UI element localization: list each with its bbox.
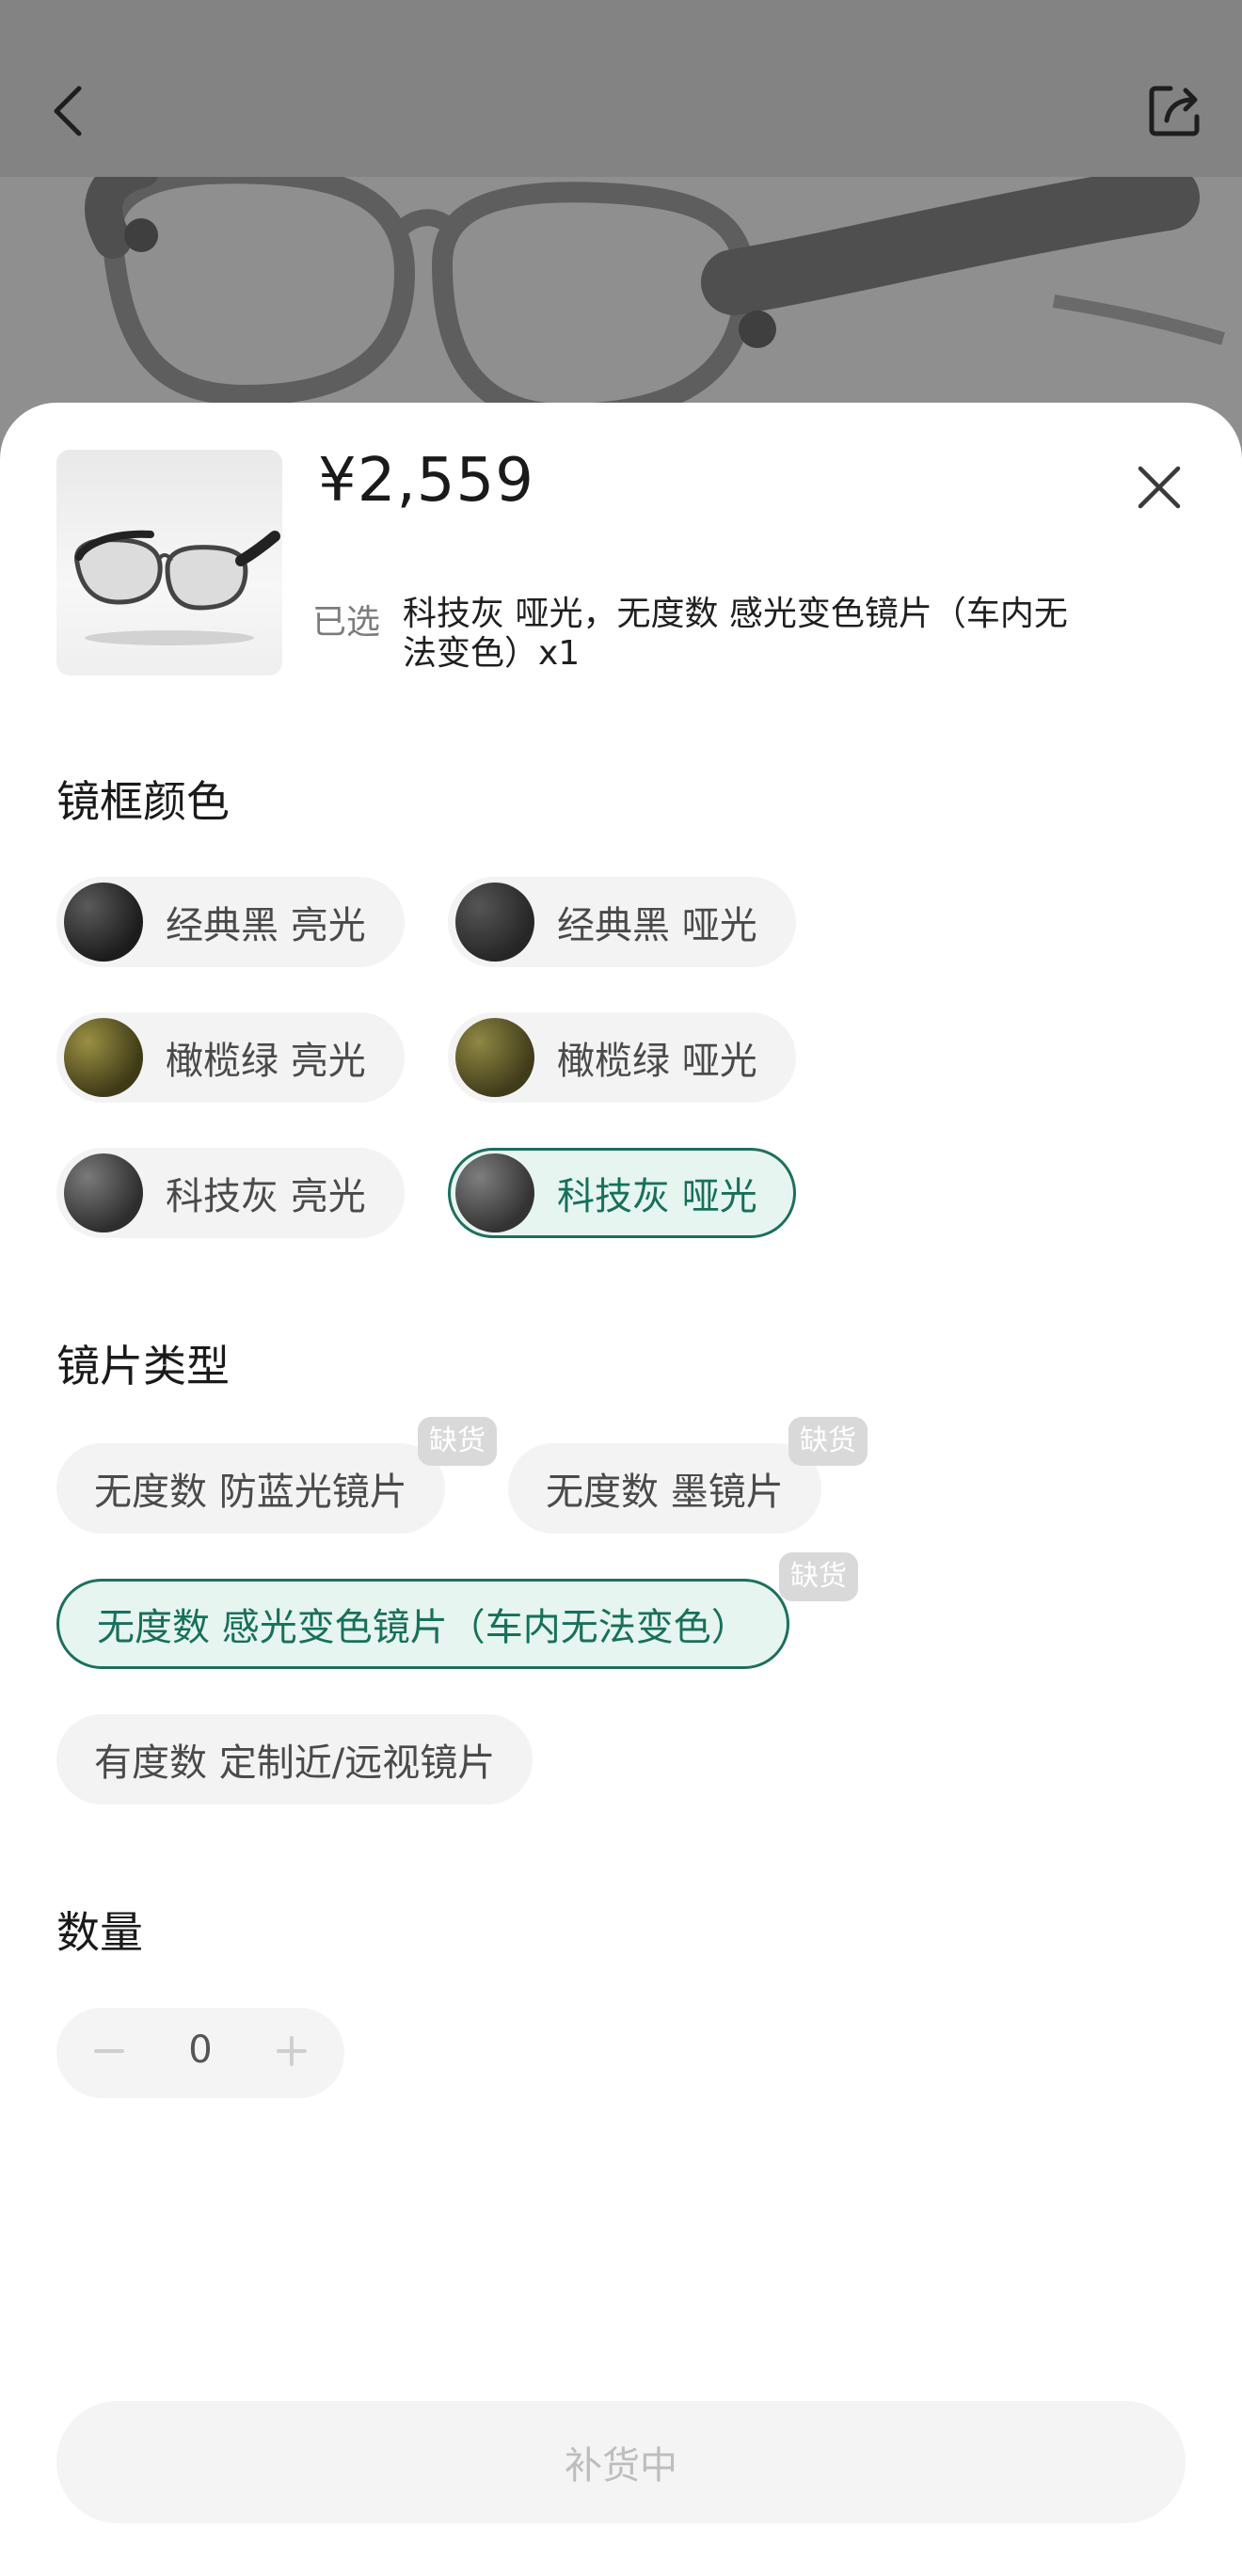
lens-option-label: 无度数 墨镜片 [546, 1471, 784, 1514]
selected-summary: 科技灰 哑光，无度数 感光变色镜片（车内无法变色）x1 [403, 595, 1068, 673]
selected-label: 已选 [312, 603, 381, 642]
lens-option-selected[interactable]: 无度数 感光变色镜片（车内无法变色） [56, 1579, 789, 1669]
frame-color-label: 橄榄绿 哑光 [557, 1040, 757, 1083]
out-of-stock-badge: 缺货 [779, 1552, 858, 1601]
frame-color-label: 科技灰 哑光 [557, 1175, 757, 1218]
color-swatch [455, 1018, 534, 1097]
frame-color-option[interactable]: 经典黑 亮光 [56, 877, 405, 967]
share-button[interactable] [1138, 77, 1210, 149]
lens-option[interactable]: 无度数 墨镜片 [508, 1443, 821, 1534]
out-of-stock-badge: 缺货 [788, 1417, 868, 1466]
product-thumbnail [56, 450, 282, 676]
frame-color-label: 经典黑 亮光 [166, 904, 366, 947]
restocking-button[interactable]: 补货中 [56, 2401, 1186, 2523]
frame-color-option[interactable]: 科技灰 亮光 [56, 1148, 405, 1238]
minus-icon [92, 2034, 126, 2072]
quantity-title: 数量 [56, 1907, 143, 1958]
color-swatch [64, 1153, 143, 1232]
frame-color-option[interactable]: 经典黑 哑光 [448, 877, 796, 967]
lens-option-label: 有度数 定制近/远视镜片 [94, 1741, 496, 1785]
product-price: ¥2,559 [318, 446, 534, 516]
close-icon [1137, 465, 1182, 514]
color-swatch [455, 1153, 534, 1232]
frame-color-option[interactable]: 橄榄绿 哑光 [448, 1012, 796, 1103]
frame-color-label: 橄榄绿 亮光 [166, 1040, 366, 1083]
lens-option[interactable]: 无度数 防蓝光镜片 [56, 1443, 445, 1534]
out-of-stock-badge: 缺货 [418, 1417, 497, 1466]
quantity-value[interactable]: 0 [147, 2028, 254, 2072]
frame-color-option[interactable]: 橄榄绿 亮光 [56, 1012, 405, 1103]
color-swatch [64, 883, 143, 962]
back-button[interactable] [32, 77, 104, 149]
frame-color-label: 经典黑 哑光 [557, 904, 757, 947]
frame-color-label: 科技灰 亮光 [166, 1175, 366, 1218]
quantity-stepper: 0 [56, 2008, 344, 2098]
lens-type-title: 镜片类型 [56, 1341, 230, 1391]
sku-selector-sheet: ¥2,559 已选 科技灰 哑光，无度数 感光变色镜片（车内无法变色）x1 镜框… [0, 403, 1242, 2576]
frame-color-option-selected[interactable]: 科技灰 哑光 [448, 1148, 796, 1238]
share-icon [1146, 83, 1202, 143]
color-swatch [64, 1018, 143, 1097]
top-navigation-bar [0, 0, 1242, 177]
frame-color-title: 镜框颜色 [56, 776, 230, 827]
quantity-increase-button[interactable] [247, 2008, 337, 2098]
lens-option[interactable]: 有度数 定制近/远视镜片 [56, 1714, 533, 1805]
plus-icon [275, 2034, 309, 2072]
color-swatch [455, 883, 534, 962]
close-button[interactable] [1129, 459, 1189, 519]
chevron-left-icon [49, 83, 87, 143]
lens-option-label: 无度数 防蓝光镜片 [94, 1471, 407, 1514]
lens-option-label: 无度数 感光变色镜片（车内无法变色） [97, 1606, 749, 1649]
quantity-decrease-button[interactable] [64, 2008, 154, 2098]
